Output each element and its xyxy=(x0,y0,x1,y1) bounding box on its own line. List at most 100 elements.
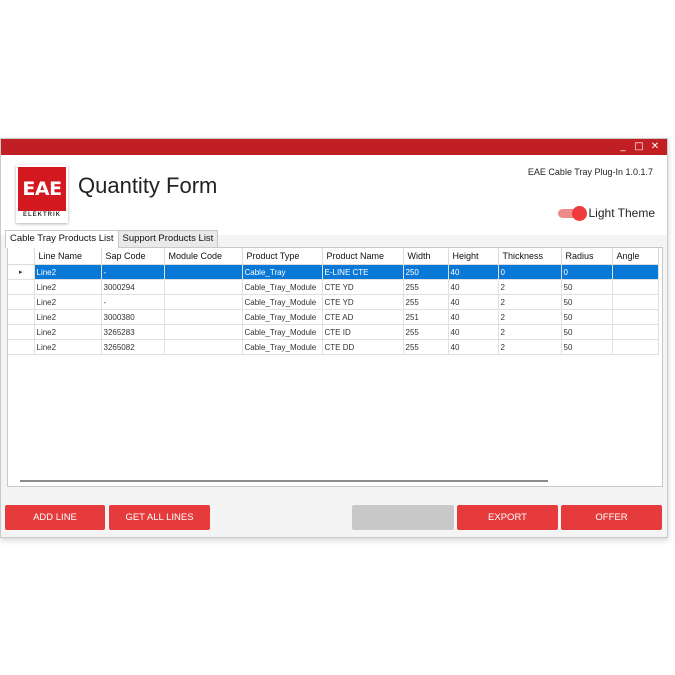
table-cell[interactable]: 40 xyxy=(448,279,499,295)
table-cell[interactable]: 2 xyxy=(498,294,562,310)
close-icon[interactable]: ✕ xyxy=(647,139,663,155)
table-cell[interactable] xyxy=(612,324,659,340)
table-cell[interactable] xyxy=(612,309,659,325)
row-header[interactable] xyxy=(8,324,35,340)
table-cell[interactable] xyxy=(164,309,243,325)
table-cell[interactable] xyxy=(612,264,659,280)
table-cell[interactable]: CTE AD xyxy=(322,309,404,325)
table-cell[interactable]: Line2 xyxy=(34,264,102,280)
table-cell[interactable]: 50 xyxy=(561,294,613,310)
column-header[interactable]: Thickness xyxy=(498,248,562,265)
table-cell[interactable]: - xyxy=(101,264,165,280)
table-cell[interactable]: 50 xyxy=(561,279,613,295)
table-cell[interactable]: CTE YD xyxy=(322,279,404,295)
table-row[interactable]: Line2 3000294 Cable_Tray_Module CTE YD 255 40… xyxy=(8,279,659,295)
table-cell[interactable]: 250 xyxy=(403,264,449,280)
column-header[interactable]: Product Type xyxy=(242,248,323,265)
table-row[interactable]: Line2 3265082 Cable_Tray_Module CTE DD 255 40… xyxy=(8,339,659,355)
table-cell[interactable]: CTE DD xyxy=(322,339,404,355)
table-cell[interactable]: Line2 xyxy=(34,279,102,295)
table-cell[interactable] xyxy=(164,279,243,295)
table-cell[interactable]: 3000380 xyxy=(101,309,165,325)
tab-cable-tray-products[interactable]: Cable Tray Products List xyxy=(5,230,119,248)
toggle-switch[interactable] xyxy=(557,205,587,221)
table-cell[interactable]: Line2 xyxy=(34,309,102,325)
table-cell[interactable]: 40 xyxy=(448,294,499,310)
quantity-form-window: _ □ ✕ EAE ELEKTRIK Quantity Form EAE Cab… xyxy=(0,138,668,538)
table-cell[interactable]: Cable_Tray xyxy=(242,264,323,280)
theme-toggle[interactable]: Light Theme xyxy=(557,205,655,221)
table-cell[interactable]: Cable_Tray_Module xyxy=(242,309,323,325)
table-cell[interactable]: E-LINE CTE xyxy=(322,264,404,280)
table-cell[interactable]: 40 xyxy=(448,309,499,325)
column-header[interactable]: Radius xyxy=(561,248,613,265)
table-cell[interactable]: 2 xyxy=(498,339,562,355)
table-cell[interactable] xyxy=(164,324,243,340)
column-header[interactable]: Height xyxy=(448,248,499,265)
table-cell[interactable] xyxy=(612,279,659,295)
table-row[interactable]: Line2 3265283 Cable_Tray_Module CTE ID 255 40… xyxy=(8,324,659,340)
row-header[interactable]: ▸ xyxy=(8,264,35,280)
table-cell[interactable]: 2 xyxy=(498,324,562,340)
products-grid[interactable]: Line Name Sap Code Module Code Product T… xyxy=(7,247,663,487)
table-cell[interactable] xyxy=(164,264,243,280)
table-cell[interactable]: - xyxy=(101,294,165,310)
row-header[interactable] xyxy=(8,339,35,355)
table-cell[interactable]: 255 xyxy=(403,279,449,295)
minimize-icon[interactable]: _ xyxy=(615,139,631,155)
table-row[interactable]: Line2- Cable_Tray_Module CTE YD 255 40 2 50 xyxy=(8,294,659,310)
table-cell[interactable]: 2 xyxy=(498,279,562,295)
table-cell[interactable]: 40 xyxy=(448,339,499,355)
maximize-icon[interactable]: □ xyxy=(631,139,647,155)
table-cell[interactable] xyxy=(612,339,659,355)
table-cell[interactable]: Cable_Tray_Module xyxy=(242,339,323,355)
table-cell[interactable]: 50 xyxy=(561,309,613,325)
table-cell[interactable]: Line2 xyxy=(34,339,102,355)
column-header[interactable]: Module Code xyxy=(164,248,243,265)
row-header[interactable] xyxy=(8,294,35,310)
table-cell[interactable]: 255 xyxy=(403,324,449,340)
table-cell[interactable]: Line2 xyxy=(34,324,102,340)
title-bar[interactable]: _ □ ✕ xyxy=(1,139,667,155)
column-header[interactable]: Sap Code xyxy=(101,248,165,265)
export-button[interactable]: EXPORT xyxy=(457,505,558,530)
table-cell[interactable]: 255 xyxy=(403,294,449,310)
table-cell[interactable] xyxy=(164,339,243,355)
table-cell[interactable]: 40 xyxy=(448,324,499,340)
column-header[interactable]: Product Name xyxy=(322,248,404,265)
column-header[interactable]: Angle xyxy=(612,248,659,265)
table-cell[interactable]: CTE YD xyxy=(322,294,404,310)
column-header[interactable]: Line Name xyxy=(34,248,102,265)
column-header[interactable]: Width xyxy=(403,248,449,265)
logo-text: EAE xyxy=(18,167,66,211)
table-cell[interactable]: 3000294 xyxy=(101,279,165,295)
table-cell[interactable] xyxy=(612,294,659,310)
add-line-button[interactable]: ADD LINE xyxy=(5,505,105,530)
table-cell[interactable]: 40 xyxy=(448,264,499,280)
table-cell[interactable] xyxy=(164,294,243,310)
table-cell[interactable]: 50 xyxy=(561,324,613,340)
row-header-corner xyxy=(8,248,35,265)
table-cell[interactable]: Line2 xyxy=(34,294,102,310)
blank-button[interactable] xyxy=(352,505,454,530)
table-row[interactable]: ▸ Line2- Cable_Tray E-LINE CTE 250 40 0 0 xyxy=(8,264,659,280)
table-cell[interactable]: Cable_Tray_Module xyxy=(242,279,323,295)
row-header[interactable] xyxy=(8,309,35,325)
table-cell[interactable]: 50 xyxy=(561,339,613,355)
table-cell[interactable]: Cable_Tray_Module xyxy=(242,324,323,340)
table-cell[interactable]: 0 xyxy=(498,264,562,280)
get-all-lines-button[interactable]: GET ALL LINES xyxy=(109,505,210,530)
table-cell[interactable]: 3265283 xyxy=(101,324,165,340)
table-cell[interactable]: 2 xyxy=(498,309,562,325)
tab-support-products[interactable]: Support Products List xyxy=(117,230,219,247)
table-row[interactable]: Line2 3000380 Cable_Tray_Module CTE AD 251 40… xyxy=(8,309,659,325)
table-cell[interactable]: 3265082 xyxy=(101,339,165,355)
table-cell[interactable]: 0 xyxy=(561,264,613,280)
offer-button[interactable]: OFFER xyxy=(561,505,662,530)
table-cell[interactable]: 251 xyxy=(403,309,449,325)
table-cell[interactable]: CTE ID xyxy=(322,324,404,340)
horizontal-scrollbar[interactable] xyxy=(20,480,548,482)
table-cell[interactable]: 255 xyxy=(403,339,449,355)
table-cell[interactable]: Cable_Tray_Module xyxy=(242,294,323,310)
row-header[interactable] xyxy=(8,279,35,295)
